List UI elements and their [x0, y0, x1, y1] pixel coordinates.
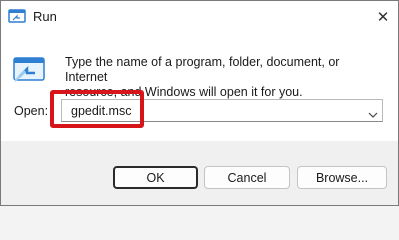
run-app-icon — [13, 57, 45, 83]
window-title: Run — [33, 9, 57, 24]
title-bar[interactable]: Run ✕ — [1, 1, 398, 33]
cancel-button[interactable]: Cancel — [204, 166, 290, 189]
browse-button[interactable]: Browse... — [297, 166, 387, 189]
open-label: Open: — [14, 104, 49, 118]
ok-button[interactable]: OK — [113, 166, 198, 189]
button-bar: OK Cancel Browse... — [1, 141, 398, 205]
instructions-line-1: Type the name of a program, folder, docu… — [65, 55, 340, 84]
highlight-box — [50, 90, 144, 128]
run-app-icon — [8, 9, 26, 24]
run-dialog: Run ✕ Type the name of a program, folder… — [0, 0, 399, 206]
close-icon[interactable]: ✕ — [368, 1, 398, 33]
chevron-down-icon[interactable] — [368, 106, 378, 118]
